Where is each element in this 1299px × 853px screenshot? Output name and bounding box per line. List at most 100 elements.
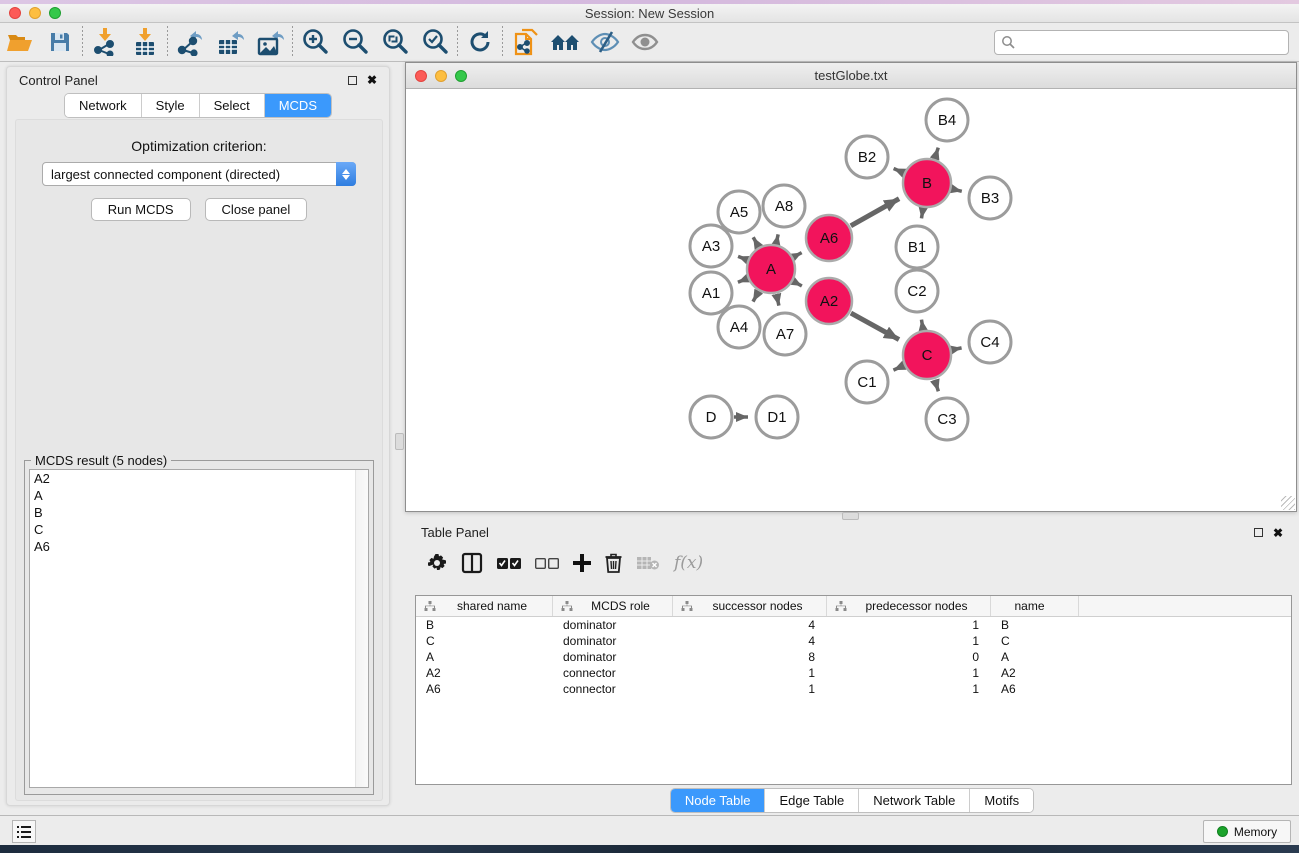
open-file-icon[interactable] <box>0 25 40 59</box>
mcds-result-title: MCDS result (5 nodes) <box>31 453 171 468</box>
edge-A-A5[interactable] <box>753 237 758 246</box>
export-network-icon[interactable] <box>170 25 210 59</box>
zoom-fit-icon[interactable] <box>375 25 415 59</box>
window-titlebar[interactable]: Session: New Session <box>0 4 1299 23</box>
tab-select[interactable]: Select <box>200 94 265 117</box>
edge-B-B3[interactable] <box>952 189 961 191</box>
close-panel-button[interactable]: Close panel <box>205 198 308 221</box>
float-table-panel-icon[interactable] <box>1254 528 1263 537</box>
window-resize-grip[interactable] <box>1281 496 1295 510</box>
delete-column-icon[interactable] <box>605 553 622 573</box>
result-item[interactable]: C <box>30 521 368 538</box>
tab-mcds[interactable]: MCDS <box>265 94 331 117</box>
table-cell: connector <box>553 682 673 696</box>
zoom-selected-icon[interactable] <box>415 25 455 59</box>
criterion-dropdown[interactable]: largest connected component (directed) <box>42 162 356 186</box>
table-row[interactable]: Bdominator41B <box>416 617 1291 633</box>
hide-selected-icon[interactable] <box>585 25 625 59</box>
node-label-D: D <box>706 409 717 426</box>
table-cell: 1 <box>827 634 991 648</box>
vertical-divider-grip[interactable] <box>395 433 404 450</box>
tab-network-table[interactable]: Network Table <box>859 789 970 812</box>
show-all-icon[interactable] <box>625 25 665 59</box>
tab-motifs[interactable]: Motifs <box>970 789 1033 812</box>
optimization-criterion-label: Optimization criterion: <box>16 138 382 154</box>
tab-style[interactable]: Style <box>142 94 200 117</box>
tab-network[interactable]: Network <box>65 94 142 117</box>
new-network-from-file-icon[interactable] <box>505 25 545 59</box>
memory-button[interactable]: Memory <box>1203 820 1291 843</box>
table-cell: dominator <box>553 618 673 632</box>
edge-A-A4[interactable] <box>753 292 758 302</box>
edge-B-B2[interactable] <box>894 169 904 173</box>
float-panel-icon[interactable] <box>348 76 357 85</box>
task-history-button[interactable] <box>12 820 36 843</box>
create-column-icon[interactable] <box>573 554 591 572</box>
node-label-B1: B1 <box>908 239 926 256</box>
control-panel-tabs: NetworkStyleSelectMCDS <box>7 93 389 118</box>
result-item[interactable]: B <box>30 504 368 521</box>
mcds-result-list[interactable]: A2ABCA6 <box>29 469 369 788</box>
first-neighbors-icon[interactable] <box>545 25 585 59</box>
tab-node-table[interactable]: Node Table <box>671 789 766 812</box>
table-row[interactable]: Adominator80A <box>416 649 1291 665</box>
application-window: Session: New Session <box>0 0 1299 853</box>
edge-A-A1[interactable] <box>738 279 747 283</box>
table-header-row: shared nameMCDS rolesuccessor nodesprede… <box>416 596 1291 617</box>
edge-C-C3[interactable] <box>935 380 939 392</box>
select-all-columns-icon[interactable] <box>497 557 521 570</box>
delete-table-icon[interactable] <box>636 555 660 571</box>
result-scrollbar[interactable] <box>355 470 368 787</box>
result-item[interactable]: A <box>30 487 368 504</box>
result-item[interactable]: A6 <box>30 538 368 555</box>
column-header-name[interactable]: name <box>991 596 1079 616</box>
node-label-A5: A5 <box>730 204 748 221</box>
edge-A-A8[interactable] <box>776 234 778 243</box>
edge-A-A6[interactable] <box>794 253 802 257</box>
edge-A2-C[interactable] <box>851 313 899 339</box>
result-item[interactable]: A2 <box>30 470 368 487</box>
column-header-predecessor-nodes[interactable]: predecessor nodes <box>827 596 991 616</box>
export-table-icon[interactable] <box>210 25 250 59</box>
run-mcds-button[interactable]: Run MCDS <box>91 198 191 221</box>
table-row[interactable]: A6connector11A6 <box>416 681 1291 697</box>
zoom-in-icon[interactable] <box>295 25 335 59</box>
horizontal-divider-grip[interactable] <box>842 512 859 520</box>
zoom-out-icon[interactable] <box>335 25 375 59</box>
search-input[interactable] <box>1016 33 1288 53</box>
import-table-icon[interactable] <box>125 25 165 59</box>
network-window-titlebar[interactable]: testGlobe.txt <box>406 63 1296 89</box>
window-title: Session: New Session <box>0 6 1299 21</box>
edge-C-C1[interactable] <box>893 366 903 370</box>
import-network-icon[interactable] <box>85 25 125 59</box>
export-image-icon[interactable] <box>250 25 290 59</box>
refresh-icon[interactable] <box>460 25 500 59</box>
edge-A-A3[interactable] <box>738 256 747 259</box>
network-canvas[interactable]: ABCA2A6A1A3A4A5A7A8B1B2B3B4C1C2C3C4DD1 <box>406 89 1296 511</box>
tab-edge-table[interactable]: Edge Table <box>765 789 859 812</box>
table-row[interactable]: Cdominator41C <box>416 633 1291 649</box>
close-panel-icon[interactable]: ✖ <box>367 74 377 86</box>
edge-B-B1[interactable] <box>921 209 923 219</box>
unselect-all-columns-icon[interactable] <box>535 557 559 570</box>
edge-A6-B[interactable] <box>851 199 899 226</box>
column-selector-icon[interactable] <box>461 552 483 574</box>
node-table[interactable]: shared nameMCDS rolesuccessor nodesprede… <box>415 595 1292 785</box>
function-builder-icon[interactable]: f(x) <box>674 553 703 573</box>
edge-B-B4[interactable] <box>935 148 938 159</box>
table-row[interactable]: A2connector11A2 <box>416 665 1291 681</box>
table-settings-gear-icon[interactable] <box>427 553 447 573</box>
save-session-icon[interactable] <box>40 25 80 59</box>
close-table-panel-icon[interactable]: ✖ <box>1273 527 1283 539</box>
column-header-successor-nodes[interactable]: successor nodes <box>673 596 827 616</box>
edge-C-C2[interactable] <box>921 320 923 330</box>
search-field[interactable] <box>994 30 1289 55</box>
table-cell: A <box>991 650 1079 664</box>
network-graph: ABCA2A6A1A3A4A5A7A8B1B2B3B4C1C2C3C4DD1 <box>406 89 1296 511</box>
edge-A-A2[interactable] <box>794 282 802 286</box>
edge-A-A7[interactable] <box>776 294 778 305</box>
node-label-A2: A2 <box>820 293 838 310</box>
edge-C-C4[interactable] <box>952 348 961 350</box>
column-header-shared-name[interactable]: shared name <box>416 596 553 616</box>
column-header-MCDS-role[interactable]: MCDS role <box>553 596 673 616</box>
